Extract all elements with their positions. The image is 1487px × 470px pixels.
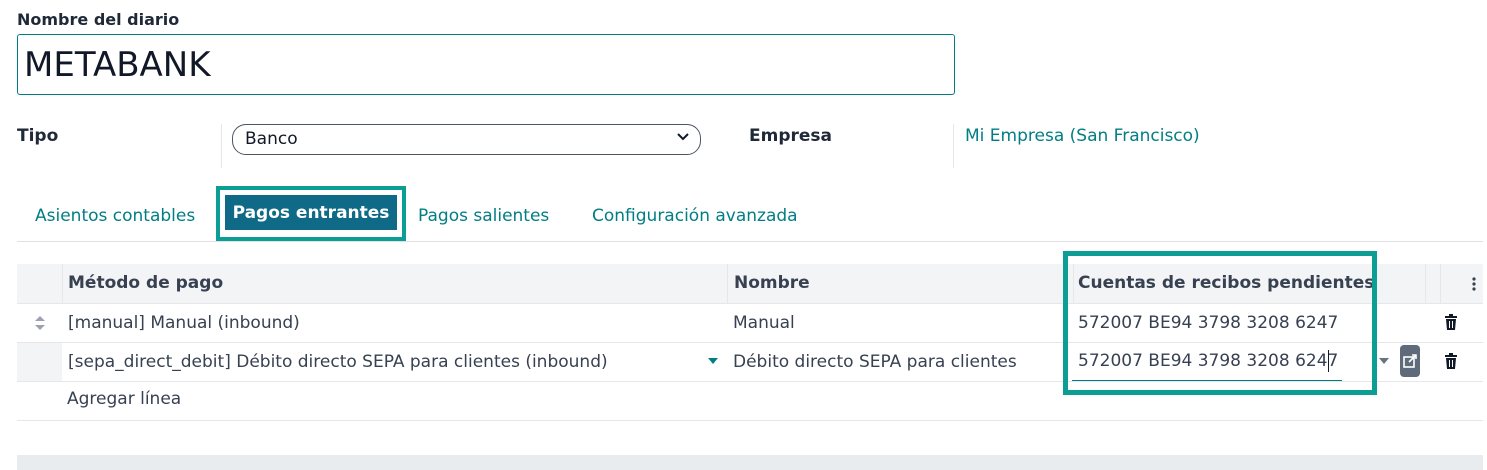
column-header-method[interactable]: Método de pago [68,273,223,293]
trash-icon[interactable] [1444,314,1458,330]
row-handle-cell [17,343,62,381]
column-header-account[interactable]: Cuentas de recibos pendientes [1078,273,1374,293]
add-line-row [17,382,1483,421]
trash-icon[interactable] [1444,353,1458,369]
field-divider [953,124,954,168]
row-account-input[interactable]: 572007 BE94 3798 3208 6247 [1078,351,1338,371]
type-select-value: Banco [245,129,298,149]
tab-pagos-salientes[interactable]: Pagos salientes [418,206,549,226]
type-select[interactable]: Banco [232,124,701,155]
column-divider [727,264,728,304]
column-divider [1073,264,1074,304]
journal-name-input[interactable]: METABANK [17,34,955,95]
kebab-menu-icon[interactable] [1470,276,1478,292]
row-name[interactable]: Manual [733,313,795,333]
row-account[interactable]: 572007 BE94 3798 3208 6247 [1078,313,1338,333]
journal-name-label: Nombre del diario [17,10,180,29]
tabs-divider [17,241,1483,242]
company-label: Empresa [749,126,832,146]
tab-configuracion-avanzada[interactable]: Configuración avanzada [592,206,798,226]
column-divider [1440,264,1441,304]
row-name-input[interactable]: Débito directo SEPA para clientes [733,352,1017,372]
text-caret [1328,350,1329,372]
account-dropdown-icon[interactable] [1379,358,1389,364]
add-line-link[interactable]: Agregar línea [67,389,181,409]
tab-pagos-entrantes-highlight: Pagos entrantes [216,186,406,241]
field-divider [221,124,222,168]
column-header-name[interactable]: Nombre [734,273,810,293]
sort-handle-icon[interactable] [33,314,47,332]
account-input-field[interactable]: 572007 BE94 3798 3208 6247 [1072,343,1342,381]
chevron-down-icon [677,133,689,141]
method-dropdown-icon[interactable] [708,358,718,364]
row-method[interactable]: [manual] Manual (inbound) [68,313,300,333]
row-method-input[interactable]: [sepa_direct_debit] Débito directo SEPA … [68,352,608,372]
company-link[interactable]: Mi Empresa (San Francisco) [965,126,1200,146]
type-label: Tipo [17,126,59,146]
bottom-bar [17,455,1483,470]
column-divider [1425,264,1426,304]
external-link-button[interactable] [1400,345,1420,377]
column-divider [62,264,63,304]
tab-pagos-entrantes[interactable]: Pagos entrantes [225,195,397,230]
tab-asientos-contables[interactable]: Asientos contables [35,206,195,226]
external-link-icon [1403,354,1417,368]
